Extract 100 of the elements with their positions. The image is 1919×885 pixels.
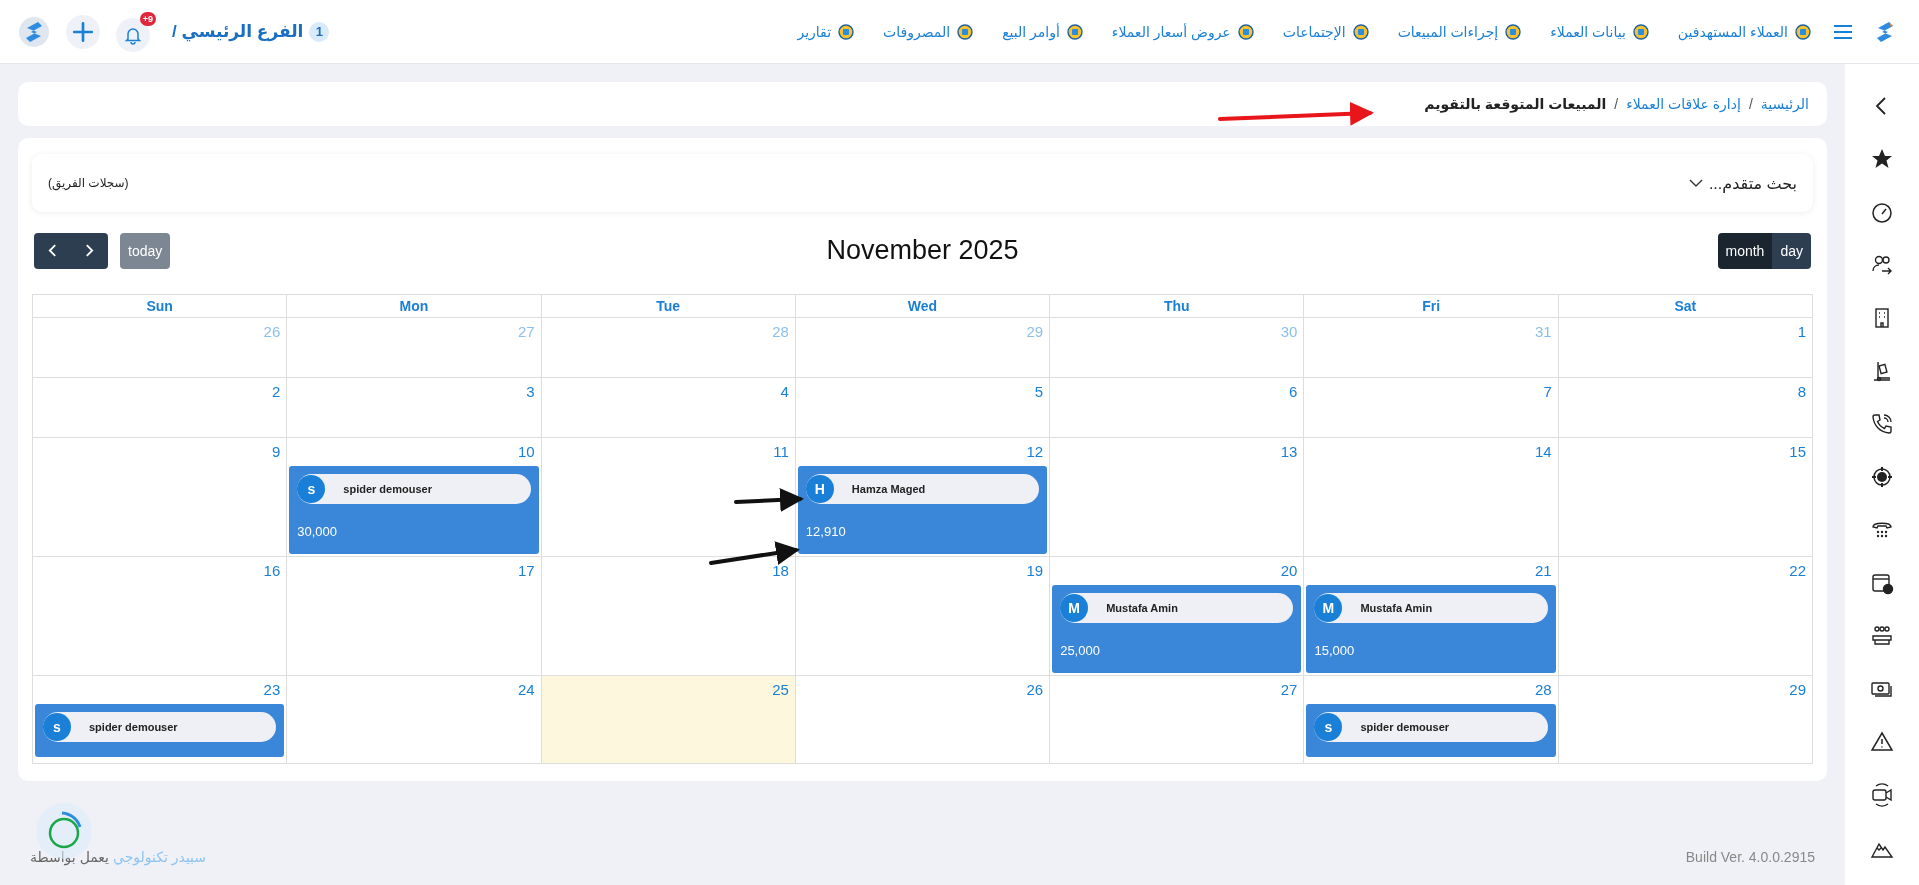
logo-icon[interactable] <box>18 15 50 48</box>
calendar-title: November 2025 <box>826 235 1019 266</box>
calendar-event[interactable]: H Hamza Maged 12,910 <box>797 466 1048 554</box>
nav-link[interactable]: بيانات العملاء <box>1550 21 1651 42</box>
day-number: 12 <box>1025 442 1045 462</box>
nav-link[interactable]: أوامر البيع <box>1002 21 1085 42</box>
calendar-event[interactable]: s spider demouser <box>35 704 285 757</box>
day-number: 21 <box>1534 561 1553 581</box>
day-number: 22 <box>1788 561 1807 581</box>
view-tab[interactable]: month <box>1717 232 1773 269</box>
weekday-header: Sun <box>32 294 287 318</box>
event-amount: 25,000 <box>1060 643 1101 658</box>
plus-icon <box>72 20 94 43</box>
users-icon[interactable] <box>1870 253 1894 277</box>
day-number: 27 <box>516 322 536 342</box>
day-number: 3 <box>525 382 536 402</box>
team-records-label: (سجلات الفريق) <box>48 176 129 190</box>
powered-by-text: يعمل بواسطة <box>30 849 109 865</box>
user-name: Mustafa Amin <box>1360 602 1433 614</box>
chevron-down-icon <box>1688 178 1703 188</box>
weekday-header: Tue <box>540 294 795 318</box>
day-number: 28 <box>1534 680 1553 700</box>
day-number: 15 <box>1788 442 1807 462</box>
nav-link[interactable]: الإجتماعات <box>1282 21 1371 42</box>
day-number: 29 <box>1025 322 1045 342</box>
group-icon[interactable] <box>1870 624 1894 648</box>
annotation-arrow <box>734 487 804 512</box>
avatar-initial: s <box>43 713 71 741</box>
day-number: 11 <box>772 442 790 462</box>
nav-link[interactable]: إجراءات المبيعات <box>1397 21 1524 42</box>
user-name: spider demouser <box>343 483 432 495</box>
day-number: 31 <box>1534 322 1553 342</box>
build-version: Build Ver. 4.0.0.2915 <box>1685 849 1815 865</box>
calendar-event[interactable]: s spider demouser <box>1306 704 1556 757</box>
day-number: 18 <box>771 561 790 581</box>
breadcrumb-separator: / <box>1614 96 1619 112</box>
advanced-search-toggle[interactable]: بحث متقدم... <box>1688 173 1797 193</box>
calendar-event[interactable]: s spider demouser 30,000 <box>289 466 539 554</box>
day-number: 19 <box>1025 561 1045 581</box>
avatar-initial: s <box>297 475 326 503</box>
day-number: 28 <box>771 322 790 342</box>
calendar-icon[interactable] <box>1870 571 1894 595</box>
day-number: 30 <box>1279 322 1299 342</box>
weekday-header: Wed <box>794 294 1050 318</box>
day-number: 5 <box>1033 382 1045 402</box>
user-name: Mustafa Amin <box>1106 602 1178 614</box>
weekday-header: Fri <box>1303 294 1558 318</box>
add-button[interactable] <box>66 14 100 49</box>
event-amount: 15,000 <box>1314 643 1356 658</box>
day-number: 24 <box>516 680 536 700</box>
day-number: 8 <box>1796 382 1807 402</box>
breadcrumb-link[interactable]: إدارة علاقات العملاء <box>1626 96 1741 112</box>
breadcrumb-current: المبيعات المتوقعة بالتقويم <box>1424 96 1607 112</box>
user-name: spider demouser <box>1360 721 1450 733</box>
day-number: 9 <box>270 442 282 462</box>
day-number: 14 <box>1534 442 1553 462</box>
day-number: 25 <box>771 680 790 700</box>
notification-badge: +9 <box>139 11 156 26</box>
avatar-initial: M <box>1314 594 1343 622</box>
branch-count-badge: 1 <box>309 21 330 42</box>
nav-link[interactable]: عروض أسعار العملاء <box>1111 21 1256 42</box>
day-number: 23 <box>262 680 282 700</box>
nav-link[interactable]: العملاء المستهدفين <box>1677 21 1813 42</box>
branch-label[interactable]: الفرع الرئيسي / <box>172 21 304 42</box>
event-amount: 12,910 <box>805 524 847 539</box>
day-number: 1 <box>1796 322 1807 342</box>
gauge-icon[interactable] <box>1870 200 1894 224</box>
previous-button[interactable] <box>34 232 71 269</box>
video-icon[interactable] <box>1870 783 1894 807</box>
day-number: 10 <box>516 442 536 462</box>
weekday-header: Sat <box>1557 294 1812 318</box>
day-number: 13 <box>1279 442 1299 462</box>
day-number: 20 <box>1279 561 1299 581</box>
day-number: 4 <box>779 382 790 402</box>
chevron-left-icon <box>48 244 57 257</box>
menu-icon[interactable] <box>1833 23 1853 40</box>
day-number: 16 <box>262 561 282 581</box>
calendar-event[interactable]: M Mustafa Amin 15,000 <box>1306 585 1556 673</box>
chevron-right-icon <box>85 244 94 257</box>
target-icon[interactable] <box>1870 465 1894 489</box>
day-number: 26 <box>262 322 282 342</box>
weekday-header: Thu <box>1049 294 1304 318</box>
nav-link[interactable]: المصروفات <box>883 21 976 42</box>
day-number: 26 <box>1025 680 1045 700</box>
day-number: 27 <box>1279 680 1299 700</box>
day-number: 7 <box>1542 382 1553 402</box>
calendar-event[interactable]: M Mustafa Amin 25,000 <box>1052 585 1302 673</box>
breadcrumb-link[interactable]: الرئيسية <box>1760 96 1809 112</box>
nav-link[interactable]: تقارير <box>797 21 857 42</box>
day-number: 17 <box>516 561 536 581</box>
event-amount: 30,000 <box>297 524 339 539</box>
avatar-initial: M <box>1060 594 1089 622</box>
warning-icon[interactable] <box>1870 730 1894 754</box>
user-name: spider demouser <box>89 721 178 733</box>
view-tab[interactable]: day <box>1772 232 1811 269</box>
next-button[interactable] <box>71 232 108 269</box>
avatar-initial: s <box>1314 713 1343 741</box>
user-name: Hamza Maged <box>851 483 926 495</box>
day-number: 2 <box>270 382 282 402</box>
weekday-header: Mon <box>286 294 541 318</box>
